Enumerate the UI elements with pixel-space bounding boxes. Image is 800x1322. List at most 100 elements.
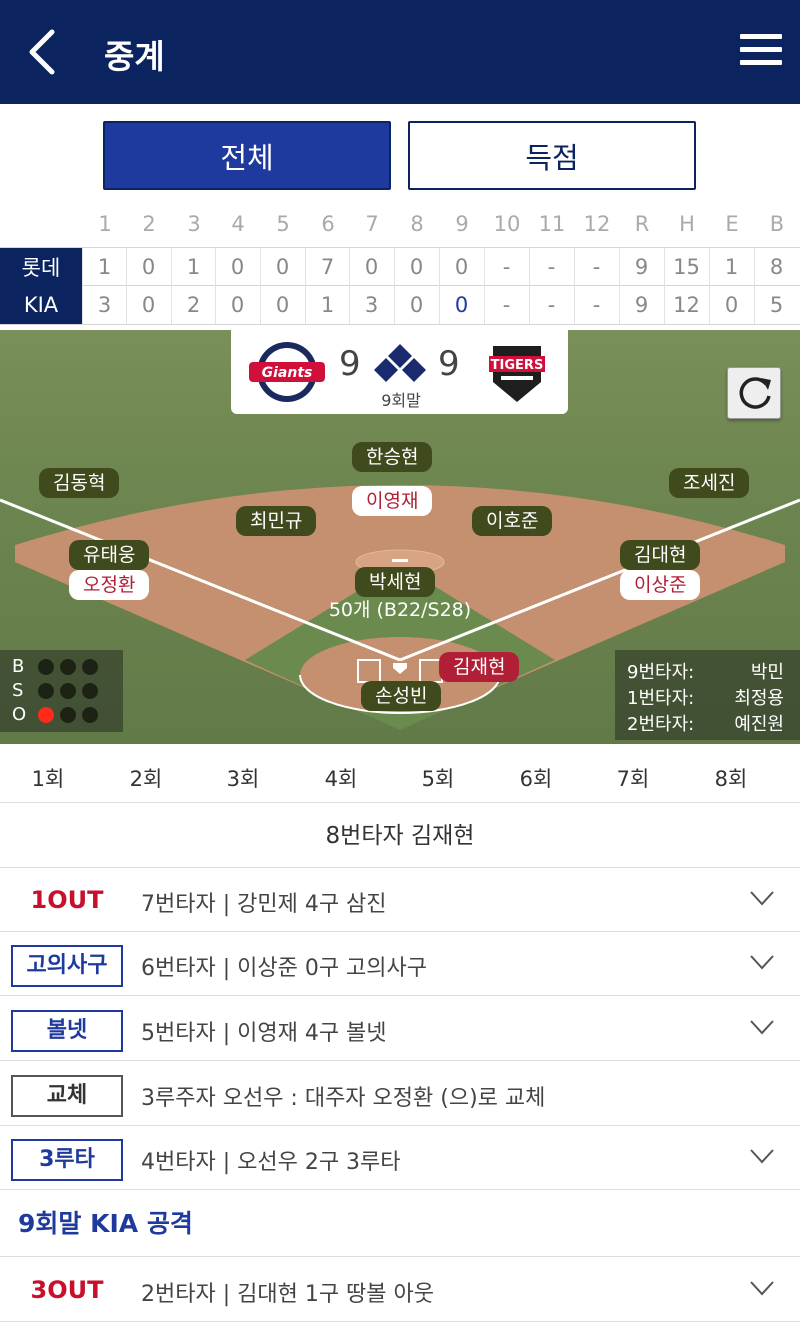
col-header: 7: [365, 212, 379, 236]
ball-dot: [82, 659, 98, 675]
event-row[interactable]: 볼넷 5번타자 | 이영재 4구 볼넷: [0, 997, 800, 1061]
event-row[interactable]: 1OUT 7번타자 | 강민제 4구 삼진: [0, 868, 800, 932]
chevron-down-icon[interactable]: [750, 1019, 774, 1035]
col-header: 11: [538, 212, 566, 236]
col-header: 1: [98, 212, 112, 236]
next-batter-order: 2번타자:: [627, 714, 695, 735]
chevron-down-icon[interactable]: [750, 1280, 774, 1296]
score-cell: 5: [754, 286, 798, 324]
scoreboard-row-kia: KIA 3 0 2 0 0 1 3 0 0 - - - 9 12 0 5: [0, 286, 800, 325]
back-arrow-icon[interactable]: [24, 28, 64, 76]
score-cell: 3: [82, 286, 126, 324]
bases-diamond-icon: [374, 344, 426, 382]
strike-dot: [60, 683, 76, 699]
tab-inning-5[interactable]: 5회: [398, 763, 478, 793]
fielder-first: 김대현: [620, 540, 701, 570]
event-text: 3루주자 오선우 : 대주자 오정환 (으)로 교체: [141, 1086, 546, 1111]
event-text: 4번타자 | 오선우 2구 3루타: [141, 1150, 401, 1175]
hamburger-menu-icon[interactable]: [740, 34, 782, 70]
col-header: 10: [493, 212, 521, 236]
col-header: 6: [321, 212, 335, 236]
tab-inning-1[interactable]: 1회: [8, 763, 88, 793]
current-batter-title: 8번타자 김재현: [0, 804, 800, 868]
pitcher: 박세현: [355, 567, 436, 597]
score-cell: 0: [260, 248, 304, 286]
strikes-label: S: [12, 680, 24, 701]
event-row[interactable]: 고의사구 6번타자 | 이상준 0구 고의사구: [0, 932, 800, 996]
score-cell: 0: [260, 286, 304, 324]
col-header: 12: [583, 212, 611, 236]
event-tag: 교체: [11, 1075, 123, 1117]
giants-logo-icon: Giants: [249, 342, 325, 402]
score-cell: 1: [709, 248, 753, 286]
score-cell: 15: [664, 248, 708, 286]
score-cell: 0: [215, 248, 259, 286]
page-title: 중계: [104, 37, 165, 76]
event-row[interactable]: 3루타 4번타자 | 오선우 2구 3루타: [0, 1126, 800, 1190]
strike-dot: [82, 683, 98, 699]
next-batter-order: 9번타자:: [627, 662, 695, 683]
next-batter-name: 예진원: [734, 714, 784, 735]
next-batter-name: 박민: [750, 662, 784, 683]
fielder-right: 조세진: [669, 468, 750, 498]
ball-dot: [38, 659, 54, 675]
score-cell: 0: [394, 248, 438, 286]
pitch-count: 50개 (B22/S28): [328, 599, 472, 621]
col-header: 8: [410, 212, 424, 236]
fielder-second: 이호준: [472, 506, 553, 536]
chevron-down-icon[interactable]: [750, 890, 774, 906]
col-header: H: [679, 212, 695, 236]
chevron-down-icon[interactable]: [750, 1148, 774, 1164]
svg-text:TIGERS: TIGERS: [491, 358, 544, 373]
divider: [0, 1256, 800, 1257]
home-score: 9: [438, 344, 460, 384]
event-tag: 고의사구: [11, 945, 123, 987]
score-cell: -: [529, 248, 573, 286]
event-row[interactable]: 3OUT 2번타자 | 김대현 1구 땅볼 아웃: [0, 1258, 800, 1322]
chevron-down-icon[interactable]: [750, 954, 774, 970]
tab-inning-6[interactable]: 6회: [496, 763, 576, 793]
outs-label: O: [12, 704, 27, 725]
tab-inning-3[interactable]: 3회: [203, 763, 283, 793]
refresh-button[interactable]: [727, 367, 781, 419]
out-dot: [60, 707, 76, 723]
batter: 김재현: [439, 652, 520, 682]
score-cell: 1: [171, 248, 215, 286]
out-dot: [38, 707, 54, 723]
col-header: B: [769, 212, 785, 236]
runner-second: 이영재: [352, 486, 433, 516]
score-cell: 1: [305, 286, 349, 324]
balls-label: B: [12, 656, 25, 677]
game-scorebox: Giants 9 9회말 9 TIGERS: [231, 330, 568, 414]
tab-scoring[interactable]: 득점: [408, 121, 696, 190]
baseball-field: Giants 9 9회말 9 TIGERS 한승현 김동혁 조세진 이영재 최민…: [0, 330, 800, 744]
score-cell: -: [574, 286, 618, 324]
event-text: 2번타자 | 김대현 1구 땅볼 아웃: [141, 1282, 435, 1307]
next-batter-row: 2번타자: 예진원: [627, 710, 792, 735]
score-cell-current: 0: [439, 286, 483, 324]
ball-dot: [60, 659, 76, 675]
col-header: 2: [142, 212, 156, 236]
tab-inning-8[interactable]: 8회: [691, 763, 771, 793]
tab-inning-4[interactable]: 4회: [301, 763, 381, 793]
score-cell: 1: [82, 248, 126, 286]
refresh-icon: [739, 377, 771, 409]
next-batter-row: 9번타자: 박민: [627, 658, 792, 683]
col-header: R: [634, 212, 650, 236]
inning-label: 9회말: [381, 391, 421, 410]
tab-all[interactable]: 전체: [103, 121, 391, 190]
event-tag: 볼넷: [11, 1010, 123, 1052]
score-cell: 0: [126, 248, 170, 286]
tigers-logo-icon: TIGERS: [489, 346, 545, 402]
score-cell: 9: [619, 286, 663, 324]
tab-inning-7[interactable]: 7회: [593, 763, 673, 793]
scoreboard-row-lotte: 롯데 1 0 1 0 0 7 0 0 0 - - - 9 15 1 8: [0, 247, 800, 286]
score-cell: 2: [171, 286, 215, 324]
away-score: 9: [339, 344, 361, 384]
score-cell: -: [574, 248, 618, 286]
tab-inning-2[interactable]: 2회: [106, 763, 186, 793]
col-header: 4: [231, 212, 245, 236]
runner-first: 이상준: [620, 570, 701, 600]
team-name: KIA: [0, 286, 82, 324]
col-header: E: [725, 212, 739, 236]
